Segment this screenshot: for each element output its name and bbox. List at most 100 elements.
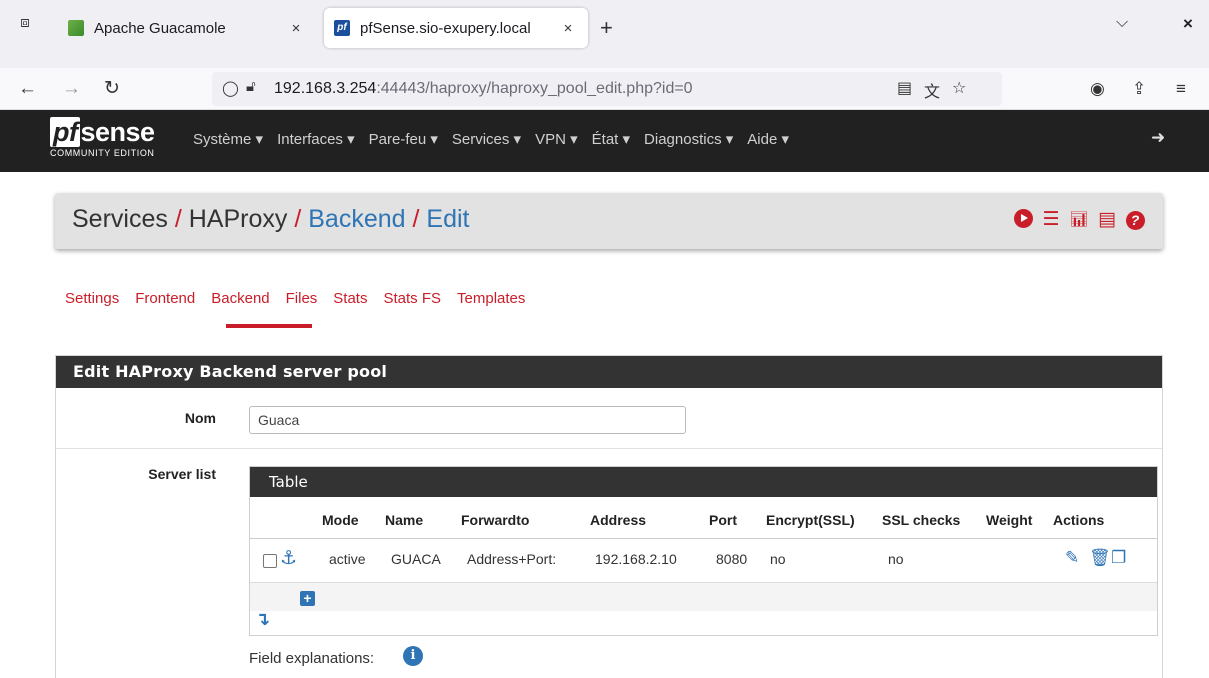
col-address: Address <box>590 512 647 528</box>
cell-name: GUACA <box>391 551 441 567</box>
tab-list-icon[interactable]: ⧈ <box>14 12 36 34</box>
help-icon[interactable]: ? <box>1125 209 1145 231</box>
insecure-lock-icon[interactable]: 🔓︎ <box>246 78 256 95</box>
logo-edition: COMMUNITY EDITION <box>50 148 155 158</box>
tab-settings[interactable]: Settings <box>65 290 119 307</box>
cell-forwardto: Address+Port: <box>467 551 557 567</box>
field-explanations-label: Field explanations: <box>249 650 375 667</box>
tab-stats[interactable]: Stats <box>333 290 367 307</box>
delete-trash-icon[interactable]: 🗑︎ <box>1089 548 1111 568</box>
guacamole-favicon-icon <box>68 20 84 36</box>
col-name: Name <box>385 512 424 528</box>
copy-icon[interactable]: ❐ <box>1111 548 1126 568</box>
browser-tab-strip: ⧈ Apache Guacamole × pf pfSense.sio-exup… <box>0 0 1209 68</box>
menu-pare-feu[interactable]: Pare-feu ▾ <box>369 130 438 148</box>
main-menu: Système ▾ Interfaces ▾ Pare-feu ▾ Servic… <box>193 130 803 148</box>
bookmark-star-icon[interactable]: ☆ <box>952 78 966 98</box>
reload-icon[interactable]: ↻ <box>104 76 120 102</box>
menu-systeme[interactable]: Système ▾ <box>193 130 263 148</box>
back-arrow-icon[interactable]: ← <box>18 76 37 102</box>
forward-arrow-icon[interactable]: → <box>62 76 81 102</box>
tab-frontend[interactable]: Frontend <box>135 290 195 307</box>
table-title: Table <box>250 467 1157 497</box>
crumb-separator: / <box>294 205 302 233</box>
haproxy-subtabs: Settings Frontend Backend Files Stats St… <box>65 290 541 307</box>
pfsense-navbar: pf sense COMMUNITY EDITION Système ▾ Inte… <box>0 110 1209 172</box>
service-start-icon[interactable] <box>1013 209 1033 231</box>
nom-input[interactable] <box>249 406 686 434</box>
pfsense-logo[interactable]: pf sense COMMUNITY EDITION <box>50 117 155 158</box>
crumb-services: Services <box>72 205 168 233</box>
col-port: Port <box>709 512 737 528</box>
breadcrumb-shortcuts: ☰ 📊︎ ▤ ? <box>1005 209 1145 231</box>
tab-templates[interactable]: Templates <box>457 290 525 307</box>
anchor-icon[interactable]: ⚓ <box>280 547 297 570</box>
hamburger-menu-icon[interactable]: ≡ <box>1176 76 1186 102</box>
sliders-settings-icon[interactable]: ☰ <box>1041 209 1061 231</box>
cell-port: 8080 <box>716 551 748 567</box>
breadcrumb-panel: Services / HAProxy / Backend / Edit ☰ 📊︎… <box>55 193 1163 249</box>
url-text[interactable]: 192.168.3.254:44443/haproxy/haproxy_pool… <box>274 80 693 98</box>
edit-pencil-icon[interactable]: ✎ <box>1065 548 1079 568</box>
cell-mode: active <box>329 551 366 567</box>
cell-ssl-checks: no <box>888 551 904 567</box>
cell-address: 192.168.2.10 <box>595 551 677 567</box>
crumb-backend-link[interactable]: Backend <box>308 205 405 233</box>
new-tab-button[interactable]: + <box>600 14 613 42</box>
extensions-icon[interactable]: ⇪ <box>1132 76 1146 102</box>
logo-pf: pf <box>50 117 81 147</box>
close-window-icon[interactable]: × <box>1183 14 1193 34</box>
crumb-separator: / <box>174 205 182 233</box>
url-bar[interactable]: ◯ 🔓︎ 192.168.3.254:44443/haproxy/haproxy… <box>212 72 1002 106</box>
move-down-icon[interactable]: ↴ <box>255 609 270 630</box>
col-actions: Actions <box>1053 512 1105 528</box>
close-tab-icon[interactable]: × <box>286 20 306 37</box>
menu-etat[interactable]: État ▾ <box>592 130 630 148</box>
breadcrumb: Services / HAProxy / Backend / Edit <box>72 205 469 234</box>
menu-interfaces[interactable]: Interfaces ▾ <box>277 130 355 148</box>
account-icon[interactable]: ◉ <box>1090 76 1105 102</box>
crumb-edit-link[interactable]: Edit <box>426 205 469 233</box>
url-path: :44443/haproxy/haproxy_pool_edit.php?id=… <box>376 80 693 97</box>
shield-icon[interactable]: ◯ <box>222 79 239 97</box>
server-list-table: Table Mode Name Forwardto Address Port E… <box>249 466 1158 636</box>
tab-guacamole[interactable]: Apache Guacamole × <box>58 8 316 48</box>
logo-sense: sense <box>80 117 155 147</box>
cell-encrypt: no <box>770 551 786 567</box>
backend-pool-panel: Edit HAProxy Backend server pool Nom Ser… <box>55 355 1163 678</box>
close-tab-icon[interactable]: × <box>558 20 578 37</box>
tab-files[interactable]: Files <box>286 290 318 307</box>
tab-pfsense[interactable]: pf pfSense.sio-exupery.local × <box>324 8 588 48</box>
crumb-haproxy: HAProxy <box>188 205 288 233</box>
add-row-strip <box>250 583 1157 611</box>
row-select-checkbox[interactable] <box>263 554 277 568</box>
browser-navigation-bar: ← → ↻ ◯ 🔓︎ 192.168.3.254:44443/haproxy/h… <box>0 68 1209 110</box>
crumb-separator: / <box>412 205 420 233</box>
menu-vpn[interactable]: VPN ▾ <box>535 130 578 148</box>
menu-services[interactable]: Services ▾ <box>452 130 521 148</box>
nom-label: Nom <box>184 410 216 426</box>
tab-title: pfSense.sio-exupery.local <box>360 19 531 37</box>
tab-backend[interactable]: Backend <box>211 290 269 307</box>
pfsense-favicon-icon: pf <box>334 20 350 36</box>
col-encrypt-ssl: Encrypt(SSL) <box>766 512 855 528</box>
col-mode: Mode <box>322 512 359 528</box>
bar-chart-icon[interactable]: 📊︎ <box>1069 209 1089 231</box>
translate-icon[interactable]: 文 <box>924 78 940 102</box>
tab-stats-fs[interactable]: Stats FS <box>383 290 441 307</box>
panel-title: Edit HAProxy Backend server pool <box>56 356 1162 388</box>
add-server-button[interactable]: + <box>300 591 315 606</box>
tab-title: Apache Guacamole <box>94 19 226 37</box>
reader-view-icon[interactable]: ▤ <box>897 78 912 98</box>
chevron-down-icon[interactable]: ⌵ <box>1116 14 1128 32</box>
log-list-icon[interactable]: ▤ <box>1097 209 1117 231</box>
col-ssl-checks: SSL checks <box>882 512 961 528</box>
menu-diagnostics[interactable]: Diagnostics ▾ <box>644 130 733 148</box>
logout-icon[interactable]: ➜ <box>1151 128 1165 148</box>
info-icon[interactable]: i <box>403 646 423 666</box>
col-forwardto: Forwardto <box>461 512 530 528</box>
server-list-label: Server list <box>148 466 216 482</box>
col-weight: Weight <box>986 512 1033 528</box>
header-divider <box>250 538 1157 539</box>
menu-aide[interactable]: Aide ▾ <box>747 130 789 148</box>
